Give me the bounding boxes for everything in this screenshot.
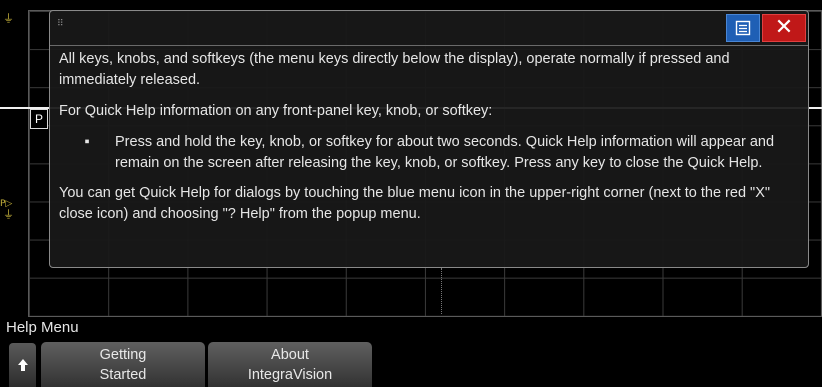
up-arrow-icon bbox=[17, 359, 28, 371]
close-icon: ✕ bbox=[774, 15, 794, 40]
menu-up-button[interactable] bbox=[9, 343, 36, 387]
softkey-label-line1: Getting bbox=[99, 347, 147, 363]
dialog-menu-button[interactable] bbox=[726, 14, 760, 42]
softkey-label-line2: Started bbox=[99, 367, 147, 383]
help-paragraph-1: All keys, knobs, and softkeys (the menu … bbox=[59, 51, 730, 88]
dialog-titlebar[interactable]: ⠿ ✕ bbox=[50, 11, 808, 46]
list-item: ▪ Press and hold the key, knob, or softk… bbox=[59, 132, 803, 174]
softkey-getting-started[interactable]: Getting Started bbox=[41, 342, 205, 387]
drag-handle-icon[interactable]: ⠿ bbox=[57, 19, 65, 29]
softkey-label-line2: IntegraVision bbox=[247, 367, 333, 383]
softkey-about-integravision[interactable]: About IntegraVision bbox=[208, 342, 372, 387]
trigger-marker: P▷ bbox=[0, 199, 13, 209]
ground-icon: ⏚ bbox=[3, 208, 14, 221]
help-paragraph-2: For Quick Help information on any front-… bbox=[59, 103, 493, 119]
probe-marker: P bbox=[30, 109, 48, 129]
ground-icon: ⏚ bbox=[3, 12, 14, 25]
bullet-icon: ▪ bbox=[84, 134, 90, 150]
softkey-label-line1: About bbox=[271, 347, 309, 363]
help-paragraph-3: You can get Quick Help for dialogs by to… bbox=[59, 185, 771, 222]
menu-title: Help Menu bbox=[6, 319, 79, 336]
center-axis bbox=[441, 268, 448, 314]
dialog-body: All keys, knobs, and softkeys (the menu … bbox=[59, 49, 803, 235]
help-dialog: ⠿ ✕ All keys, knobs, and softkeys (the m… bbox=[49, 10, 809, 268]
menu-icon bbox=[735, 20, 751, 36]
close-button[interactable]: ✕ bbox=[762, 14, 806, 42]
help-bullet-1: Press and hold the key, knob, or softkey… bbox=[115, 134, 775, 171]
